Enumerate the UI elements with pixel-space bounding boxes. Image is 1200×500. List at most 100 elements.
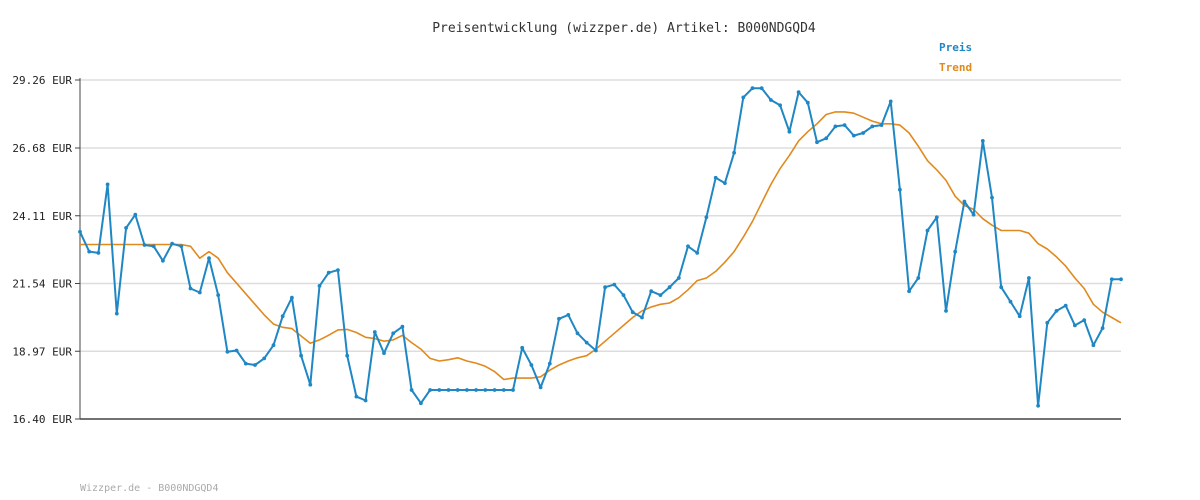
data-point: [750, 86, 755, 91]
legend: Preis Trend: [939, 41, 972, 74]
data-point: [529, 363, 534, 367]
data-point: [372, 330, 377, 334]
data-point: [1027, 276, 1031, 280]
data-point: [428, 388, 432, 392]
data-point: [179, 244, 184, 249]
data-point: [1036, 403, 1040, 408]
data-point: [953, 249, 958, 254]
data-point: [474, 388, 478, 392]
data-point: [630, 310, 635, 315]
data-point: [161, 258, 165, 263]
data-point: [336, 268, 340, 272]
data-point: [188, 286, 193, 291]
data-point: [621, 293, 626, 297]
data-point: [253, 363, 257, 367]
data-point: [87, 249, 92, 254]
data-point: [1045, 320, 1050, 325]
data-point: [594, 348, 598, 353]
data-point: [584, 340, 589, 345]
data-point: [695, 251, 700, 255]
data-point: [114, 311, 119, 316]
series-line-preis: [79, 87, 1121, 407]
data-point: [944, 309, 948, 313]
data-point: [547, 361, 552, 366]
data-point: [207, 256, 211, 261]
data-point: [243, 361, 248, 366]
data-point: [382, 351, 386, 355]
data-point: [465, 388, 469, 392]
data-point: [658, 293, 663, 297]
data-point: [225, 349, 230, 354]
data-point: [354, 394, 359, 399]
data-point: [216, 293, 221, 297]
data-point: [787, 129, 792, 134]
data-point: [96, 251, 101, 255]
data-point: [326, 270, 331, 275]
data-point: [483, 388, 488, 392]
data-point: [640, 315, 644, 320]
data-point: [667, 285, 672, 290]
data-point: [971, 212, 976, 217]
y-tick-label: 18.97 EUR: [12, 345, 72, 358]
y-tick-label: 26.68 EUR: [12, 142, 72, 155]
data-point: [234, 348, 239, 353]
data-point: [262, 356, 267, 361]
data-point: [603, 285, 607, 290]
data-point: [133, 212, 138, 217]
data-point: [317, 284, 322, 288]
data-point: [1017, 314, 1022, 319]
data-point: [151, 244, 156, 249]
data-point: [980, 139, 985, 143]
data-point: [308, 382, 313, 387]
data-point: [575, 331, 580, 336]
data-point: [1091, 343, 1096, 348]
data-point: [142, 243, 147, 247]
data-point: [1082, 318, 1087, 322]
data-point: [612, 282, 617, 287]
data-point: [1109, 277, 1114, 282]
data-point: [1054, 309, 1059, 313]
data-point: [990, 195, 994, 200]
price-chart: Preisentwicklung (wizzper.de) Artikel: B…: [12, 21, 1123, 494]
series-line-trend: [80, 111, 1122, 381]
data-point: [1008, 299, 1013, 304]
data-point: [170, 241, 175, 246]
data-point: [557, 316, 561, 321]
data-point: [732, 150, 736, 155]
data-point: [962, 199, 967, 204]
data-point: [851, 133, 856, 138]
data-point: [299, 353, 303, 358]
data-point: [676, 276, 681, 280]
data-point: [271, 343, 276, 348]
data-point: [409, 388, 414, 392]
data-point: [1119, 277, 1123, 282]
data-point: [124, 226, 128, 230]
data-point: [769, 98, 773, 102]
data-point: [723, 181, 727, 186]
data-point: [511, 388, 515, 392]
data-point: [704, 215, 709, 220]
data-point: [898, 187, 902, 192]
data-point: [759, 86, 764, 91]
data-point: [934, 215, 939, 220]
data-point: [197, 290, 202, 295]
data-point: [345, 353, 350, 358]
chart-footer: Wizzper.de - B000NDGQD4: [80, 483, 218, 494]
data-point: [713, 175, 718, 180]
data-point: [925, 228, 930, 233]
y-tick-label: 21.54 EUR: [12, 278, 72, 291]
data-point: [907, 289, 911, 294]
series-group: [78, 86, 1123, 408]
data-point: [437, 388, 442, 392]
data-point: [419, 401, 423, 406]
data-point: [999, 285, 1004, 290]
data-point: [280, 314, 285, 319]
y-tick-label: 24.11 EUR: [12, 210, 72, 223]
data-point: [78, 229, 82, 234]
data-point: [879, 123, 884, 127]
data-point: [363, 398, 368, 403]
data-point: [492, 388, 497, 392]
data-point: [888, 99, 893, 104]
grid-lines: [80, 79, 1121, 353]
data-point: [566, 313, 571, 317]
